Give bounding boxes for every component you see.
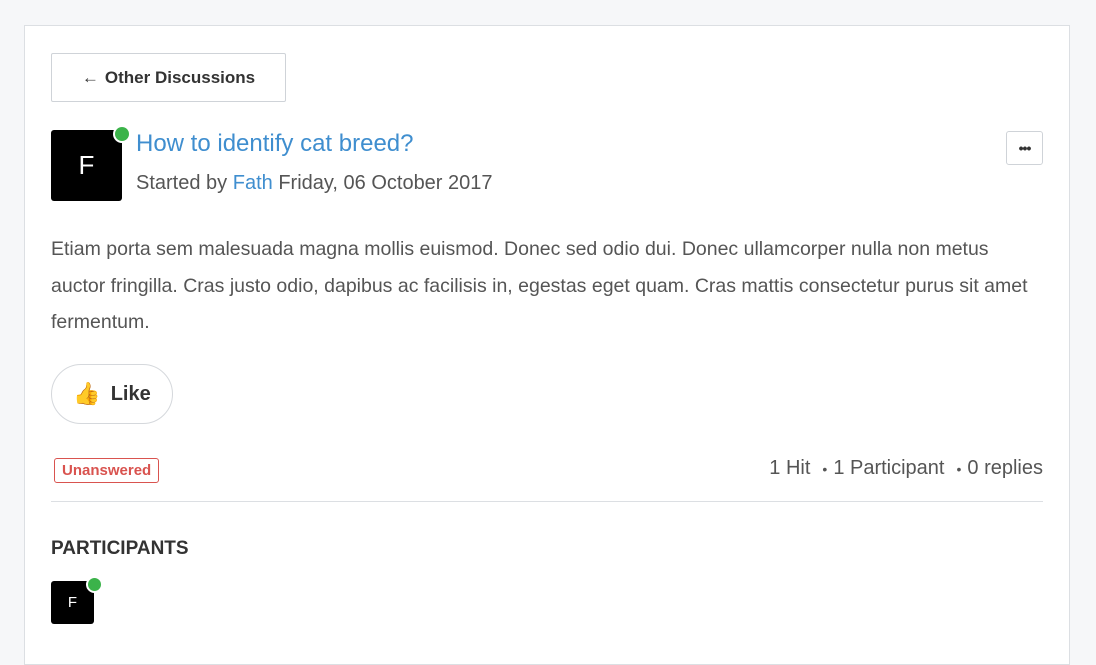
status-badge: Unanswered <box>54 458 160 483</box>
discussion-date: Friday, 06 October 2017 <box>278 172 493 194</box>
participant-online-icon <box>86 576 103 593</box>
participants-count: 1 Participant <box>833 457 945 479</box>
participants-heading: PARTICIPANTS <box>51 538 189 559</box>
back-arrow-icon: ← <box>81 67 99 87</box>
author-avatar-initial: F <box>78 150 95 180</box>
separator-dot: • <box>956 460 962 477</box>
more-options-button[interactable]: ••• <box>1006 131 1043 165</box>
other-discussions-button[interactable]: ← Other Discussions <box>51 53 286 102</box>
other-discussions-label: Other Discussions <box>104 67 256 87</box>
discussion-body: Etiam porta sem malesuada magna mollis e… <box>51 238 1028 333</box>
discussion-meta: Started by Fath Friday, 06 October 2017 <box>136 172 493 195</box>
participant-avatar-initial: F <box>67 594 78 611</box>
replies-count: 0 replies <box>967 457 1043 479</box>
started-by-label: Started by <box>136 172 228 194</box>
discussion-card <box>24 25 1070 665</box>
like-label: Like <box>110 382 151 405</box>
divider <box>51 501 1043 502</box>
online-status-icon <box>113 125 131 143</box>
like-button[interactable]: 👍 Like <box>51 364 173 424</box>
thumbs-up-icon: 👍 <box>73 381 101 406</box>
discussion-title[interactable]: How to identify cat breed? <box>136 130 414 158</box>
discussion-stats: 1 Hit • 1 Participant • 0 replies <box>769 457 1043 480</box>
author-link[interactable]: Fath <box>233 172 273 194</box>
ellipsis-icon: ••• <box>1018 140 1032 156</box>
author-avatar[interactable]: F <box>51 130 122 201</box>
separator-dot: • <box>822 460 828 477</box>
hits-count: 1 Hit <box>769 457 811 479</box>
